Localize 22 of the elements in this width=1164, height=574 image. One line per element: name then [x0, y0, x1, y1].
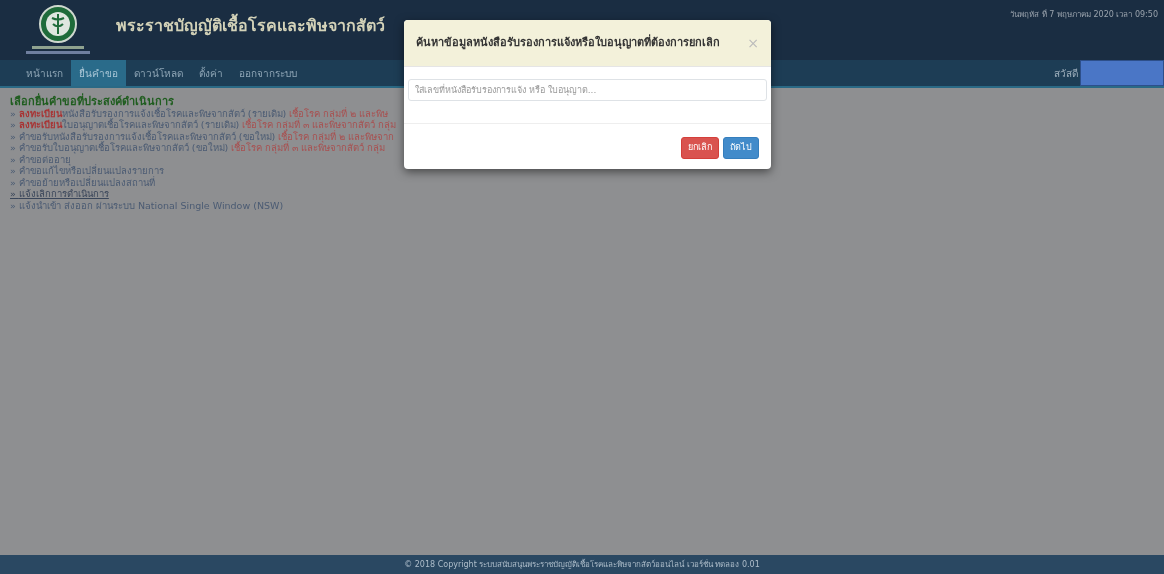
modal-title: ค้นหาข้อมูลหนังสือรับรองการแจ้งหรือใบอนุญาตที่ต้องการยกเลิก	[416, 34, 720, 52]
menu-link[interactable]: » แจ้งเลิกการดำเนินการ	[10, 188, 109, 200]
search-field[interactable]: ใส่เลขที่หนังสือรับรองการแจ้ง หรือ ใบอนุญาต...	[408, 79, 767, 101]
site-title: พระราชบัญญัติเชื้อโรคและพิษจากสัตว์	[116, 14, 385, 38]
nav-tab[interactable]: ตั้งค่า	[191, 60, 231, 86]
greeting-text: สวัสดี	[1054, 66, 1078, 81]
menu-link[interactable]: » คำขอต่ออายุ	[10, 153, 71, 165]
menu-link[interactable]: » คำขอย้ายหรือเปลี่ยนแปลงสถานที่	[10, 176, 155, 188]
menu-link[interactable]: » คำขอรับหนังสือรับรองการแจ้งเชื้อโรคและพิษจากสัตว์ (ขอใหม่) เชื้อโรค กลุ่มที่ ๒ และพิษจาก	[10, 130, 395, 142]
footer-text: © 2018 Copyright ระบบสนับสนุนพระราชบัญญัติเชื้อโรคและพิษจากสัตว์ออนไลน์ เวอร์ชั่น ทดลอง 0.01	[0, 555, 1164, 574]
user-name-field[interactable]	[1080, 60, 1164, 86]
menu-link[interactable]: » ลงทะเบียนหนังสือรับรองการแจ้งเชื้อโรคและพิษจากสัตว์ (รายเดิม) เชื้อโรค กลุ่มที่ ๒ และพิษ	[10, 107, 389, 119]
nav-tab[interactable]: ดาวน์โหลด	[126, 60, 191, 86]
cancel-button[interactable]: ยกเลิก	[681, 137, 719, 159]
date-time: วันพฤหัส ที่ 7 พฤษภาคม 2020 เวลา 09:50	[1010, 9, 1158, 21]
menu-link[interactable]: » คำขอแก้ไขหรือเปลี่ยนแปลงรายการ	[10, 165, 164, 177]
nav-tab[interactable]: ยื่นคำขอ	[71, 60, 126, 86]
close-button[interactable]: ×	[747, 32, 759, 54]
menu-link[interactable]: » แจ้งนำเข้า ส่งออก ผ่านระบบ National Single Window (NSW)	[10, 199, 284, 211]
nav-tab[interactable]: หน้าแรก	[18, 60, 71, 86]
nav-tab[interactable]: ออกจากระบบ	[231, 60, 305, 86]
next-button[interactable]: ถัดไป	[723, 137, 759, 159]
